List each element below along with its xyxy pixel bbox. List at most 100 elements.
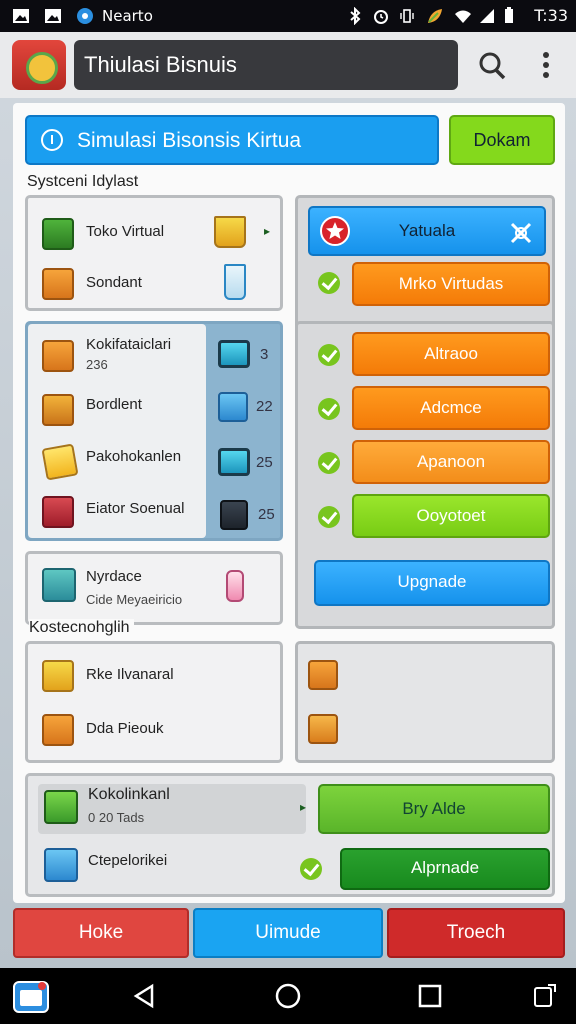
list-item-label[interactable]: Sondant bbox=[86, 274, 142, 291]
chevron-right-icon[interactable]: ▸ bbox=[264, 224, 270, 238]
store-icon[interactable] bbox=[308, 660, 338, 690]
yatuala-button[interactable]: Yatuala bbox=[308, 206, 546, 256]
app-logo[interactable] bbox=[12, 40, 66, 90]
list-item-label[interactable]: Rke Ilvanaral bbox=[86, 666, 174, 683]
app-icon bbox=[76, 7, 94, 25]
gift-box-icon bbox=[42, 218, 74, 250]
list-item-label[interactable]: Eiator Soenual bbox=[86, 500, 184, 517]
section-label: Systceni Idylast bbox=[27, 173, 139, 190]
cup-icon bbox=[226, 570, 244, 602]
image-icon bbox=[44, 7, 62, 25]
tab-home[interactable]: Hoke bbox=[13, 908, 189, 958]
item-value: 25 bbox=[256, 454, 273, 471]
icons-panel bbox=[295, 641, 555, 763]
present-icon bbox=[42, 714, 74, 746]
star-icon bbox=[320, 216, 350, 246]
check-icon bbox=[318, 452, 340, 474]
recents-icon[interactable] bbox=[416, 982, 444, 1010]
list-item-label[interactable]: Ctepelorikei bbox=[88, 852, 167, 869]
more-vert-icon[interactable] bbox=[536, 48, 556, 82]
yatuala-label: Yatuala bbox=[398, 221, 456, 240]
adcmce-button[interactable]: Adcmce bbox=[352, 386, 550, 430]
basket-icon bbox=[42, 394, 74, 426]
monitor-icon bbox=[218, 448, 250, 476]
leaf-icon bbox=[426, 7, 444, 25]
list-item-label[interactable]: Kokifataiclari bbox=[86, 336, 171, 353]
section-label: Kostecnohglih bbox=[29, 619, 134, 637]
mrko-virtudas-button[interactable]: Mrko Virtudas bbox=[352, 262, 550, 306]
app-switch-icon[interactable] bbox=[12, 978, 52, 1016]
shop-panel: Toko Virtual ▸ Sondant bbox=[25, 195, 283, 311]
altraoo-button[interactable]: Altraoo bbox=[352, 332, 550, 376]
app-title: Thiulasi Bisnuis bbox=[74, 40, 458, 90]
info-icon[interactable] bbox=[41, 129, 63, 151]
monitor-icon bbox=[218, 340, 250, 368]
home-icon[interactable] bbox=[274, 982, 302, 1010]
simulation-dialog: Simulasi Bisonsis Kirtua Dokam Systceni … bbox=[13, 103, 565, 903]
app-bar: Thiulasi Bisnuis bbox=[0, 32, 576, 98]
item-value: 3 bbox=[260, 346, 269, 363]
yellow-box-icon bbox=[42, 660, 74, 692]
building-icon bbox=[42, 568, 76, 602]
check-icon bbox=[318, 272, 340, 294]
bry-alde-button[interactable]: Bry Alde bbox=[318, 784, 550, 834]
wifi-icon bbox=[454, 7, 472, 25]
crate-icon bbox=[42, 268, 74, 300]
present-icon[interactable] bbox=[308, 714, 338, 744]
tab-tech[interactable]: Troech bbox=[387, 908, 565, 958]
check-icon bbox=[318, 398, 340, 420]
image-icon bbox=[12, 7, 30, 25]
machine-row-bg bbox=[38, 784, 306, 834]
products-panel: Rke Ilvanaral Dda Pieouk bbox=[25, 641, 283, 763]
red-box-icon bbox=[42, 496, 74, 528]
machines-panel: Kokolinkanl 0 20 Tads ▸ Bry Alde Ctepelo… bbox=[25, 773, 555, 897]
item-value: 25 bbox=[258, 506, 275, 523]
status-bar: Nearto T:33 bbox=[0, 0, 576, 32]
search-icon[interactable] bbox=[476, 50, 508, 82]
shopping-bag-icon bbox=[214, 216, 246, 248]
upgnade-button[interactable]: Upgnade bbox=[314, 560, 550, 606]
tablet-icon bbox=[218, 392, 248, 422]
dialog-title-bar: Simulasi Bisonsis Kirtua bbox=[25, 115, 439, 165]
status-app-name: Nearto bbox=[102, 7, 153, 25]
apanoon-button[interactable]: Apanoon bbox=[352, 440, 550, 484]
back-icon[interactable] bbox=[130, 982, 158, 1010]
inventory-panel: Kokifataiclari 236 Bordlent Pakohokanlen… bbox=[25, 321, 283, 541]
check-icon bbox=[318, 506, 340, 528]
list-item-label[interactable]: Dda Pieouk bbox=[86, 720, 164, 737]
list-item-sub: 236 bbox=[86, 357, 108, 372]
panel-title[interactable]: Nyrdace bbox=[86, 568, 142, 585]
rotate-icon[interactable] bbox=[530, 982, 558, 1010]
chevron-right-icon[interactable]: ▸ bbox=[300, 800, 306, 814]
dialog-title: Simulasi Bisonsis Kirtua bbox=[77, 129, 302, 152]
check-icon bbox=[300, 858, 322, 880]
status-time: T:33 bbox=[534, 6, 568, 25]
panel-subtitle: Cide Meyaeiricio bbox=[86, 592, 183, 607]
bluetooth-icon bbox=[346, 7, 364, 25]
green-box-icon bbox=[44, 790, 78, 824]
box-icon bbox=[42, 340, 74, 372]
alarm-icon bbox=[372, 7, 390, 25]
machine-icon bbox=[220, 500, 248, 530]
tools-icon bbox=[508, 218, 534, 244]
ooyotoet-button[interactable]: Ooyotoet bbox=[352, 494, 550, 538]
list-item-label[interactable]: Kokolinkanl bbox=[88, 786, 170, 804]
dokam-button[interactable]: Dokam bbox=[449, 115, 555, 165]
cup-icon bbox=[224, 264, 246, 300]
upgrade-list-panel: Altraoo Adcmce Apanoon Ooyotoet Upgnade bbox=[295, 321, 555, 629]
alprnade-button[interactable]: Alprnade bbox=[340, 848, 550, 890]
list-item-sub: 0 20 Tads bbox=[88, 810, 145, 825]
list-item-label[interactable]: Toko Virtual bbox=[86, 223, 164, 240]
check-icon bbox=[318, 344, 340, 366]
signal-icon bbox=[478, 7, 496, 25]
blue-box-icon bbox=[44, 848, 78, 882]
battery-icon bbox=[500, 7, 518, 25]
note-icon bbox=[41, 443, 79, 481]
system-nav-bar bbox=[0, 968, 576, 1024]
nyrdace-panel: Nyrdace Cide Meyaeiricio bbox=[25, 551, 283, 625]
list-item-label[interactable]: Bordlent bbox=[86, 396, 142, 413]
tab-upgrade[interactable]: Uimude bbox=[193, 908, 383, 958]
list-item-label[interactable]: Pakohokanlen bbox=[86, 448, 181, 465]
vibrate-icon bbox=[398, 7, 416, 25]
item-value: 22 bbox=[256, 398, 273, 415]
